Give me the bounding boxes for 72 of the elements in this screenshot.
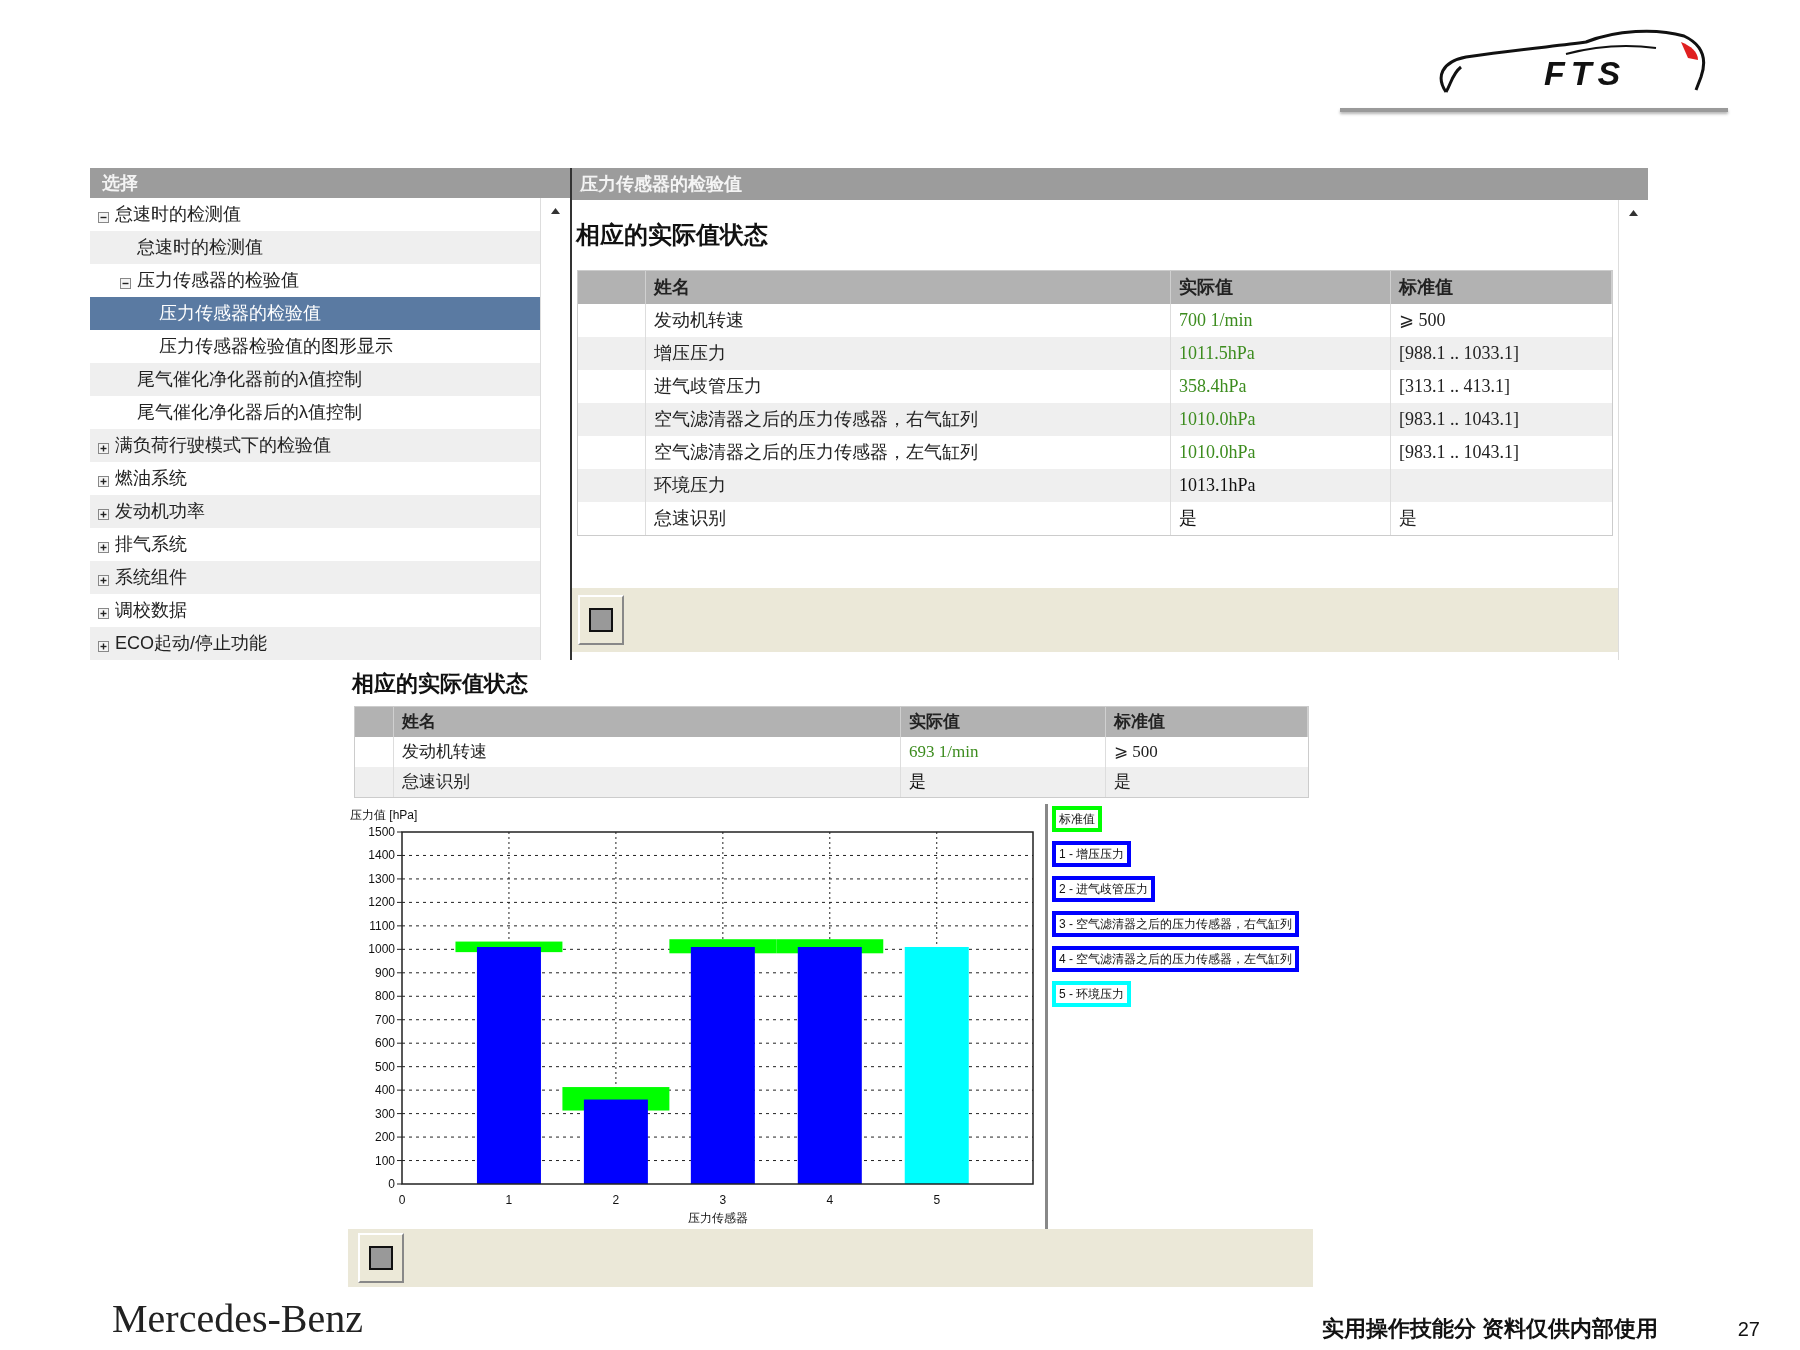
tick-label: 2 — [612, 1193, 620, 1207]
scroll-up-icon[interactable] — [1629, 210, 1638, 216]
brand-name: Mercedes-Benz — [112, 1294, 363, 1343]
scroll-up-icon[interactable] — [551, 208, 560, 214]
table-cell-text: [983.1 .. 1043.1] — [1398, 408, 1520, 431]
axis-title: 压力值 [hPa] — [350, 808, 418, 822]
tree-item[interactable]: 系统组件 — [90, 561, 540, 594]
tree-item[interactable]: 压力传感器的检验值 — [90, 297, 540, 330]
tick-label: 1 — [505, 1193, 513, 1207]
legend-item: 2 - 进气歧管压力 — [1052, 876, 1156, 902]
tree-item[interactable]: 怠速时的检测值 — [90, 231, 540, 264]
stop-button[interactable] — [358, 1233, 404, 1283]
legend-item: 5 - 环境压力 — [1052, 981, 1132, 1007]
panel-header: 选择 — [90, 168, 570, 198]
tree-item[interactable]: 尾气催化净化器前的λ值控制 — [90, 363, 540, 396]
legend-item: 1 - 增压压力 — [1052, 841, 1132, 867]
footer-note: 实用操作技能分 资料仅供内部使用 — [1321, 1315, 1658, 1343]
table-cell-text: ⩾ 500 — [1113, 741, 1159, 764]
axis-title: 压力传感器 — [687, 1211, 748, 1225]
expand-icon[interactable] — [98, 443, 109, 454]
tick-label: 200 — [374, 1130, 395, 1145]
table-cell: 是 — [1171, 502, 1391, 535]
tick-label: 500 — [374, 1059, 395, 1074]
table-cell: 怠速识别 — [646, 502, 1171, 535]
tree-item[interactable]: 满负荷行驶模式下的检验值 — [90, 429, 540, 462]
tick-label: 700 — [374, 1012, 395, 1027]
tick-label: 5 — [933, 1193, 941, 1207]
tick-label: 0 — [388, 1177, 395, 1191]
table-cell-text: 是 — [1113, 771, 1132, 794]
table-cell: 是 — [901, 767, 1106, 797]
tick-label: 1200 — [368, 895, 395, 910]
legend-item: 标准值 — [1052, 806, 1102, 832]
table-cell-text: [988.1 .. 1033.1] — [1398, 342, 1520, 365]
section-heading: 相应的实际值状态 — [574, 221, 769, 250]
tree-item[interactable]: 发动机功率 — [90, 495, 540, 528]
page-number: 27 — [1737, 1316, 1760, 1342]
table-cell: 怠速识别 — [394, 767, 901, 797]
square-icon — [589, 608, 613, 632]
tick-label: 600 — [374, 1036, 395, 1051]
expand-icon[interactable] — [98, 608, 109, 619]
stop-button[interactable] — [578, 595, 624, 645]
legend-item: 4 - 空气滤清器之后的压力传感器，左气缸列 — [1052, 946, 1300, 972]
section-heading: 相应的实际值状态 — [350, 669, 529, 698]
table-cell-text: ⩾ 500 — [1398, 309, 1447, 332]
tick-label: 1500 — [368, 825, 395, 839]
square-icon — [369, 1246, 393, 1270]
expand-icon[interactable] — [98, 476, 109, 487]
tick-label: 3 — [719, 1193, 727, 1207]
collapse-icon[interactable] — [120, 278, 131, 289]
expand-icon[interactable] — [98, 641, 109, 652]
tick-label: 1000 — [368, 942, 395, 957]
tick-label: 0 — [398, 1193, 406, 1207]
tick-label: 4 — [826, 1193, 834, 1207]
tree-item[interactable]: ECO起动/停止功能 — [90, 627, 540, 660]
legend-item: 3 - 空气滤清器之后的压力传感器，右气缸列 — [1052, 911, 1300, 937]
tick-label: 400 — [374, 1083, 395, 1098]
table-cell-text: [313.1 .. 413.1] — [1398, 375, 1511, 398]
tick-label: 1100 — [369, 918, 395, 933]
panel-header: 压力传感器的检验值 — [572, 168, 1648, 200]
tick-label: 900 — [374, 965, 395, 980]
expand-icon[interactable] — [98, 542, 109, 553]
logo-text: FTS — [1544, 53, 1627, 94]
table-cell-text: 是 — [1398, 507, 1418, 530]
tick-label: 1400 — [368, 848, 395, 863]
expand-icon[interactable] — [98, 575, 109, 586]
tick-label: 100 — [374, 1153, 395, 1168]
expand-icon[interactable] — [98, 509, 109, 520]
tick-label: 1300 — [368, 871, 395, 886]
tick-label: 800 — [374, 989, 395, 1004]
tick-label: 300 — [374, 1106, 395, 1121]
table-cell-text: [983.1 .. 1043.1] — [1398, 441, 1520, 464]
collapse-icon[interactable] — [98, 212, 109, 223]
